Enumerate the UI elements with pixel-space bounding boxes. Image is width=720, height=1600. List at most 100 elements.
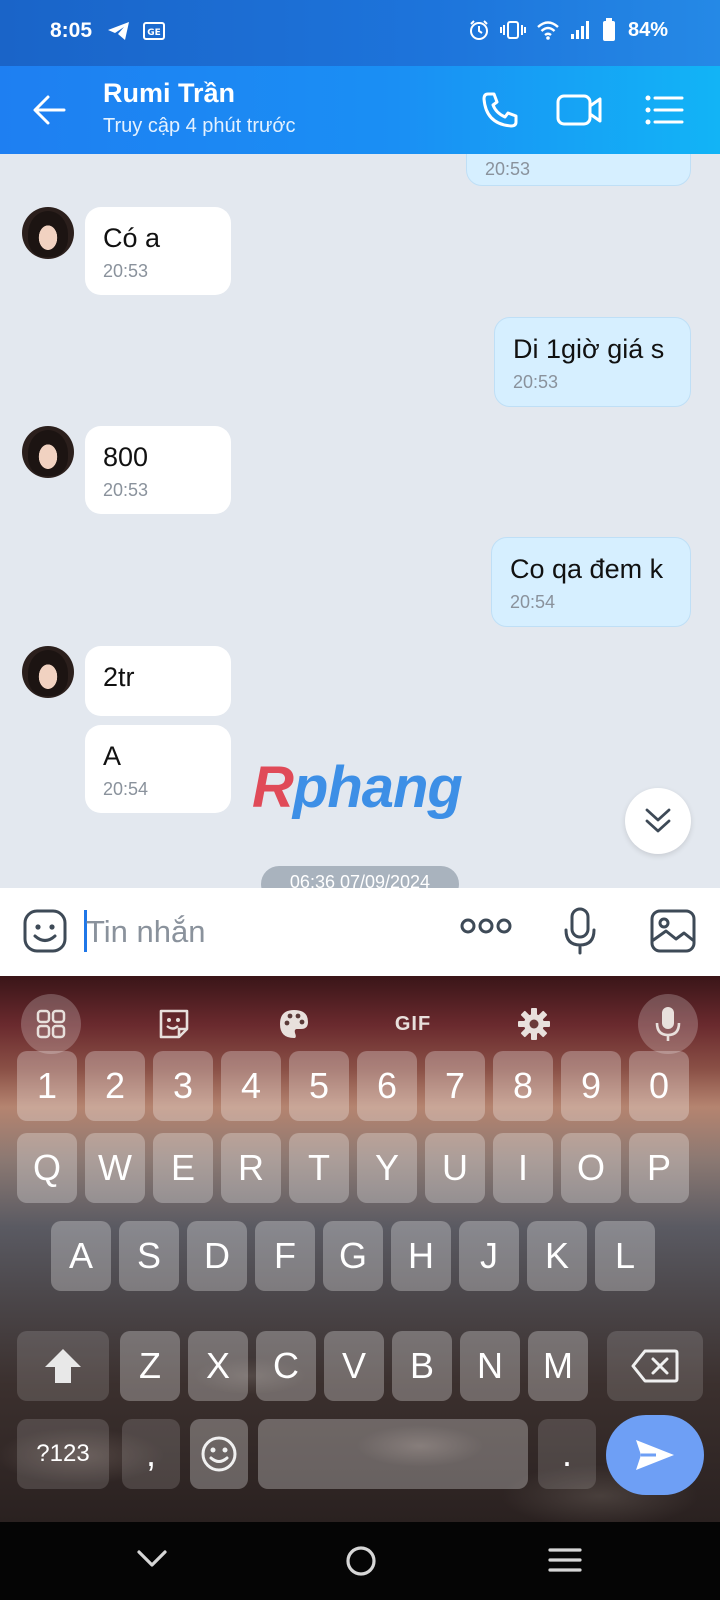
message-time: 20:54 <box>510 592 556 612</box>
message-outgoing[interactable]: 20:53 <box>466 154 691 186</box>
message-incoming[interactable]: 2tr <box>85 646 231 716</box>
more-dots-icon[interactable] <box>460 912 512 940</box>
send-button[interactable] <box>606 1415 704 1495</box>
key-7[interactable]: 7 <box>425 1051 485 1121</box>
message-outgoing[interactable]: Co qa đem k 20:54 <box>491 537 691 627</box>
back-chevron-icon[interactable] <box>136 1546 168 1572</box>
key-a[interactable]: A <box>51 1221 111 1291</box>
palette-icon[interactable] <box>264 994 324 1054</box>
chat-header: Rumi Trần Truy cập 4 phút trước <box>0 66 720 154</box>
key-p[interactable]: P <box>629 1133 689 1203</box>
backspace-key[interactable] <box>607 1331 703 1401</box>
key-f[interactable]: F <box>255 1221 315 1291</box>
scroll-to-bottom-button[interactable] <box>625 788 691 854</box>
message-time: 20:53 <box>103 261 149 281</box>
avatar[interactable] <box>22 646 74 698</box>
comma-key[interactable]: , <box>122 1419 180 1489</box>
message-input[interactable]: Tin nhắn <box>86 914 206 950</box>
message-text: A <box>103 741 122 771</box>
message-incoming[interactable]: A 20:54 <box>85 725 231 813</box>
shift-key[interactable] <box>17 1331 109 1401</box>
key-r[interactable]: R <box>221 1133 281 1203</box>
avatar[interactable] <box>22 207 74 259</box>
key-s[interactable]: S <box>119 1221 179 1291</box>
voice-mic-icon[interactable] <box>638 994 698 1054</box>
message-incoming[interactable]: 800 20:53 <box>85 426 231 514</box>
key-2[interactable]: 2 <box>85 1051 145 1121</box>
message-text: Có a <box>103 223 161 253</box>
home-circle-icon[interactable] <box>344 1544 378 1578</box>
message-incoming[interactable]: Có a 20:53 <box>85 207 231 295</box>
apps-grid-icon[interactable] <box>21 994 81 1054</box>
key-x[interactable]: X <box>188 1331 248 1401</box>
key-3[interactable]: 3 <box>153 1051 213 1121</box>
contact-status: Truy cập 4 phút trước <box>103 115 296 137</box>
microphone-icon[interactable] <box>562 906 598 956</box>
key-4[interactable]: 4 <box>221 1051 281 1121</box>
video-call-icon[interactable] <box>556 86 604 134</box>
sticker-icon[interactable] <box>144 994 204 1054</box>
message-text: Di 1giờ giá s <box>513 334 665 364</box>
key-i[interactable]: I <box>493 1133 553 1203</box>
key-e[interactable]: E <box>153 1133 213 1203</box>
date-separator: 06:36 07/09/2024 <box>261 866 459 888</box>
double-chevron-down-icon <box>645 808 671 833</box>
key-h[interactable]: H <box>391 1221 451 1291</box>
key-q[interactable]: Q <box>17 1133 77 1203</box>
key-k[interactable]: K <box>527 1221 587 1291</box>
contact-name[interactable]: Rumi Trần <box>103 78 235 109</box>
avatar[interactable] <box>22 426 74 478</box>
chat-messages[interactable]: 20:53 Có a 20:53 Di 1giờ giá s 20:53 800… <box>0 154 720 888</box>
key-9[interactable]: 9 <box>561 1051 621 1121</box>
key-5[interactable]: 5 <box>289 1051 349 1121</box>
key-w[interactable]: W <box>85 1133 145 1203</box>
svg-text:GE: GE <box>147 28 161 38</box>
ge-badge-icon: GE <box>143 22 165 40</box>
phone-icon[interactable] <box>476 86 524 134</box>
message-time: 20:53 <box>485 159 531 179</box>
key-0[interactable]: 0 <box>629 1051 689 1121</box>
settings-gear-icon[interactable] <box>504 994 564 1054</box>
watermark-logo: Rphang <box>252 755 463 820</box>
alarm-icon <box>469 20 488 40</box>
symbols-key[interactable]: ?123 <box>17 1419 109 1489</box>
message-text: Co qa đem k <box>510 554 664 584</box>
message-time: 20:53 <box>513 372 559 392</box>
emoji-sticker-icon[interactable] <box>22 908 68 954</box>
message-input-bar: Tin nhắn <box>0 888 720 976</box>
image-icon[interactable] <box>650 909 696 953</box>
key-c[interactable]: C <box>256 1331 316 1401</box>
message-time: 20:53 <box>103 480 149 500</box>
key-v[interactable]: V <box>324 1331 384 1401</box>
key-8[interactable]: 8 <box>493 1051 553 1121</box>
key-n[interactable]: N <box>460 1331 520 1401</box>
key-z[interactable]: Z <box>120 1331 180 1401</box>
space-key[interactable] <box>258 1419 528 1489</box>
menu-list-icon[interactable] <box>640 86 688 134</box>
key-l[interactable]: L <box>595 1221 655 1291</box>
emoji-icon <box>201 1436 237 1472</box>
key-y[interactable]: Y <box>357 1133 417 1203</box>
gif-button[interactable]: GIF <box>383 994 443 1054</box>
key-m[interactable]: M <box>528 1331 588 1401</box>
key-o[interactable]: O <box>561 1133 621 1203</box>
key-b[interactable]: B <box>392 1331 452 1401</box>
status-time: 8:05 <box>50 19 93 42</box>
recents-icon[interactable] <box>548 1546 582 1574</box>
back-arrow-icon[interactable] <box>28 88 72 132</box>
telegram-icon <box>108 22 129 40</box>
key-j[interactable]: J <box>459 1221 519 1291</box>
emoji-key[interactable] <box>190 1419 248 1489</box>
message-time: 20:54 <box>103 779 149 799</box>
key-g[interactable]: G <box>323 1221 383 1291</box>
key-6[interactable]: 6 <box>357 1051 417 1121</box>
period-key[interactable]: . <box>538 1419 596 1489</box>
key-t[interactable]: T <box>289 1133 349 1203</box>
message-outgoing[interactable]: Di 1giờ giá s 20:53 <box>494 317 691 407</box>
vibrate-icon <box>499 21 526 39</box>
status-bar: 8:05 GE 84% <box>0 0 720 66</box>
key-d[interactable]: D <box>187 1221 247 1291</box>
battery-percent: 84% <box>627 18 668 41</box>
key-u[interactable]: U <box>425 1133 485 1203</box>
key-1[interactable]: 1 <box>17 1051 77 1121</box>
